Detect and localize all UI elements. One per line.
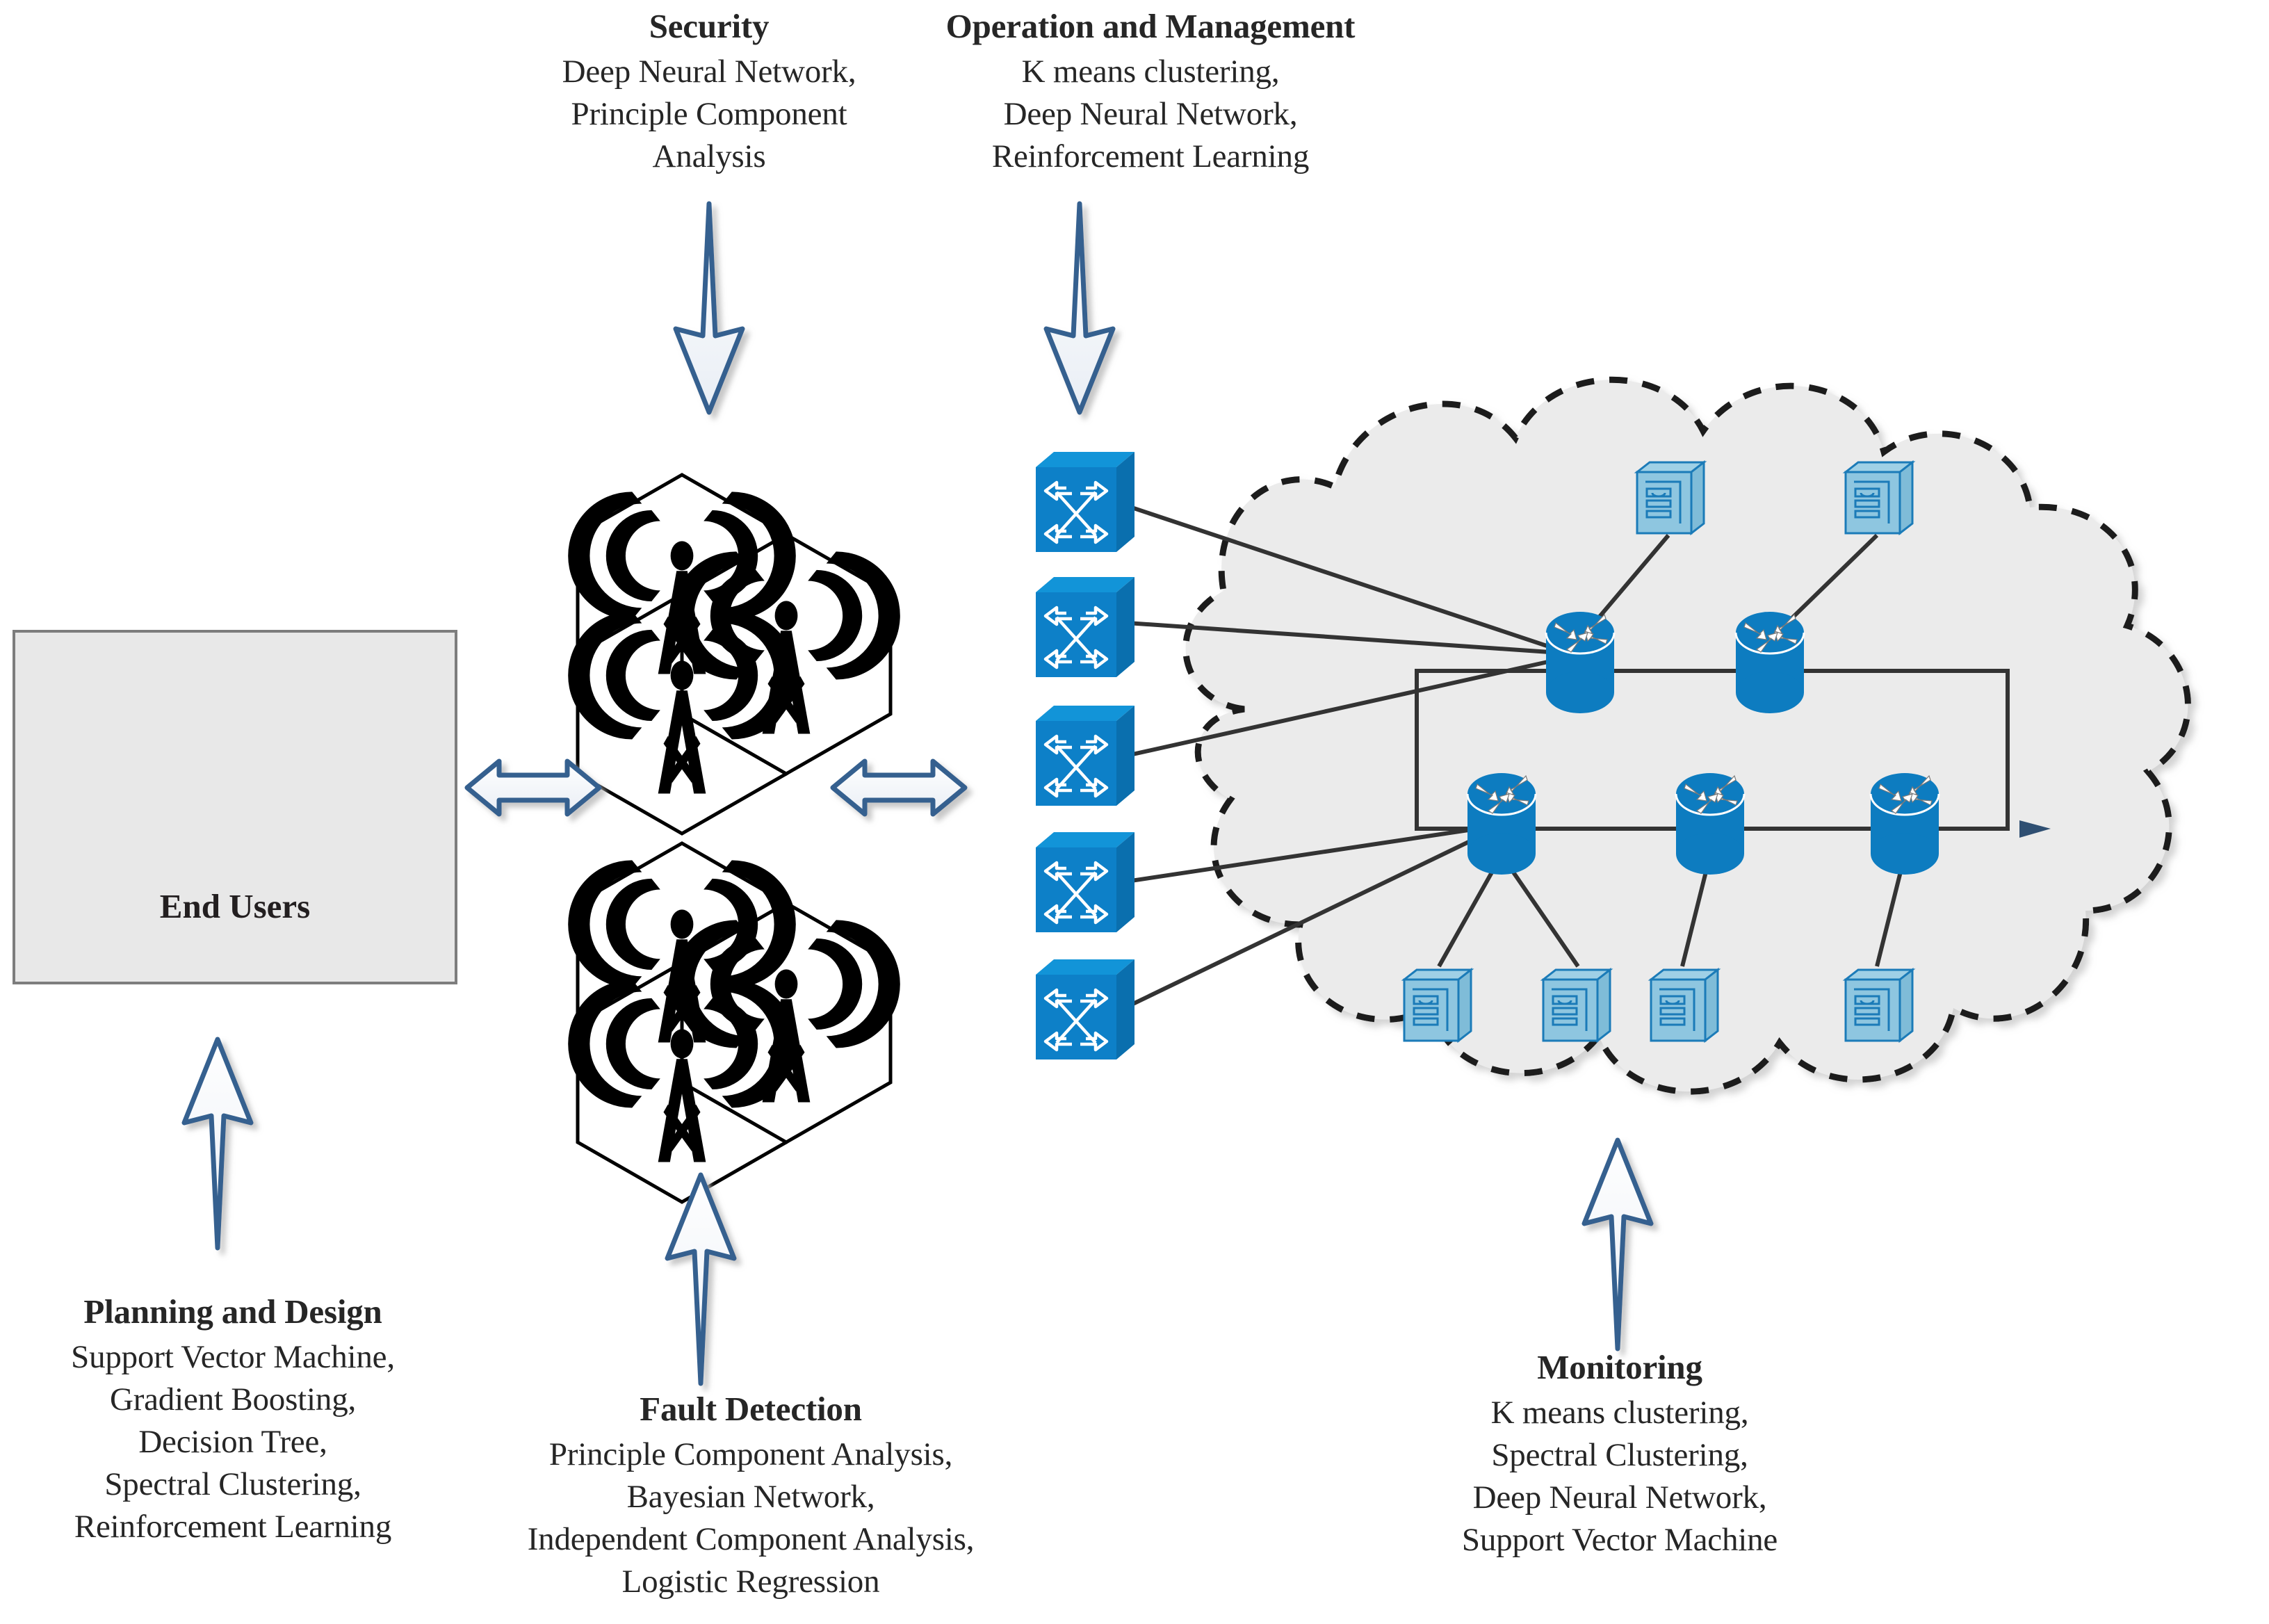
annotation-fault-detection: Fault Detection Principle Component Anal… xyxy=(459,1387,1043,1603)
annotation-operation-management: Operation and Management K means cluster… xyxy=(865,4,1436,178)
annotation-line: Spectral Clustering, xyxy=(1491,1436,1748,1473)
annotation-line: Spectral Clustering, xyxy=(104,1465,361,1502)
switch-icon xyxy=(1036,706,1134,806)
annotation-line: Decision Tree, xyxy=(138,1423,327,1460)
server-icon xyxy=(1844,968,1914,1042)
arrow-operation-down xyxy=(1046,204,1113,412)
annotation-line: Reinforcement Learning xyxy=(991,138,1310,174)
annotation-line: K means clustering, xyxy=(1490,1394,1749,1431)
router-icon xyxy=(1545,610,1616,715)
annotation-line: Support Vector Machine xyxy=(1461,1521,1778,1558)
annotation-line: Principle Component xyxy=(571,95,847,132)
annotation-line: Bayesian Network, xyxy=(626,1478,875,1515)
arrow-security-down xyxy=(676,204,742,412)
switch-stack xyxy=(1036,452,1134,1059)
annotation-line: Analysis xyxy=(652,138,766,174)
arrow-endusers-to-cells xyxy=(467,761,599,814)
annotation-security: Security Deep Neural Network, Principle … xyxy=(494,4,925,178)
annotation-line: Independent Component Analysis, xyxy=(527,1520,975,1557)
server-icon xyxy=(1542,968,1611,1042)
router-icon xyxy=(1675,772,1746,876)
annotation-line: Support Vector Machine, xyxy=(71,1338,395,1375)
arrow-monitoring-up xyxy=(1584,1140,1651,1349)
router-icon xyxy=(1734,610,1805,715)
annotation-line: Deep Neural Network, xyxy=(562,53,856,90)
access-cells-lower xyxy=(568,843,900,1202)
annotation-planning-title: Planning and Design xyxy=(83,1292,382,1331)
arrow-fault-up xyxy=(667,1175,734,1383)
end-users-label: End Users xyxy=(159,887,311,925)
annotation-line: Deep Neural Network, xyxy=(1472,1479,1767,1516)
annotation-line: Gradient Boosting, xyxy=(109,1381,357,1418)
annotation-line: Reinforcement Learning xyxy=(74,1509,392,1545)
annotation-planning-design: Planning and Design Support Vector Machi… xyxy=(7,1290,459,1548)
server-icon xyxy=(1844,461,1914,535)
server-icon xyxy=(1650,968,1719,1042)
annotation-fault-title: Fault Detection xyxy=(640,1390,862,1428)
server-icon xyxy=(1636,461,1705,535)
annotation-line: Deep Neural Network, xyxy=(1003,95,1298,132)
arrow-cells-to-switches xyxy=(833,761,965,814)
annotation-monitoring-title: Monitoring xyxy=(1537,1348,1702,1386)
annotation-security-title: Security xyxy=(649,7,770,45)
annotation-line: K means clustering, xyxy=(1021,53,1280,90)
arrow-planning-up xyxy=(184,1039,251,1248)
switch-icon xyxy=(1036,577,1134,677)
switch-icon xyxy=(1036,959,1134,1059)
end-users-box xyxy=(13,630,457,984)
router-icon xyxy=(1869,772,1940,876)
switch-icon xyxy=(1036,452,1134,552)
server-icon xyxy=(1403,968,1472,1042)
switch-icon xyxy=(1036,832,1134,932)
router-icon xyxy=(1466,772,1537,876)
annotation-operation-title: Operation and Management xyxy=(945,7,1356,45)
diagram-canvas: End Users Security Deep Neural Network, … xyxy=(0,0,2269,1624)
annotation-monitoring: Monitoring K means clustering, Spectral … xyxy=(1383,1345,1856,1561)
annotation-line: Principle Component Analysis, xyxy=(548,1436,953,1472)
annotation-line: Logistic Regression xyxy=(621,1563,880,1600)
